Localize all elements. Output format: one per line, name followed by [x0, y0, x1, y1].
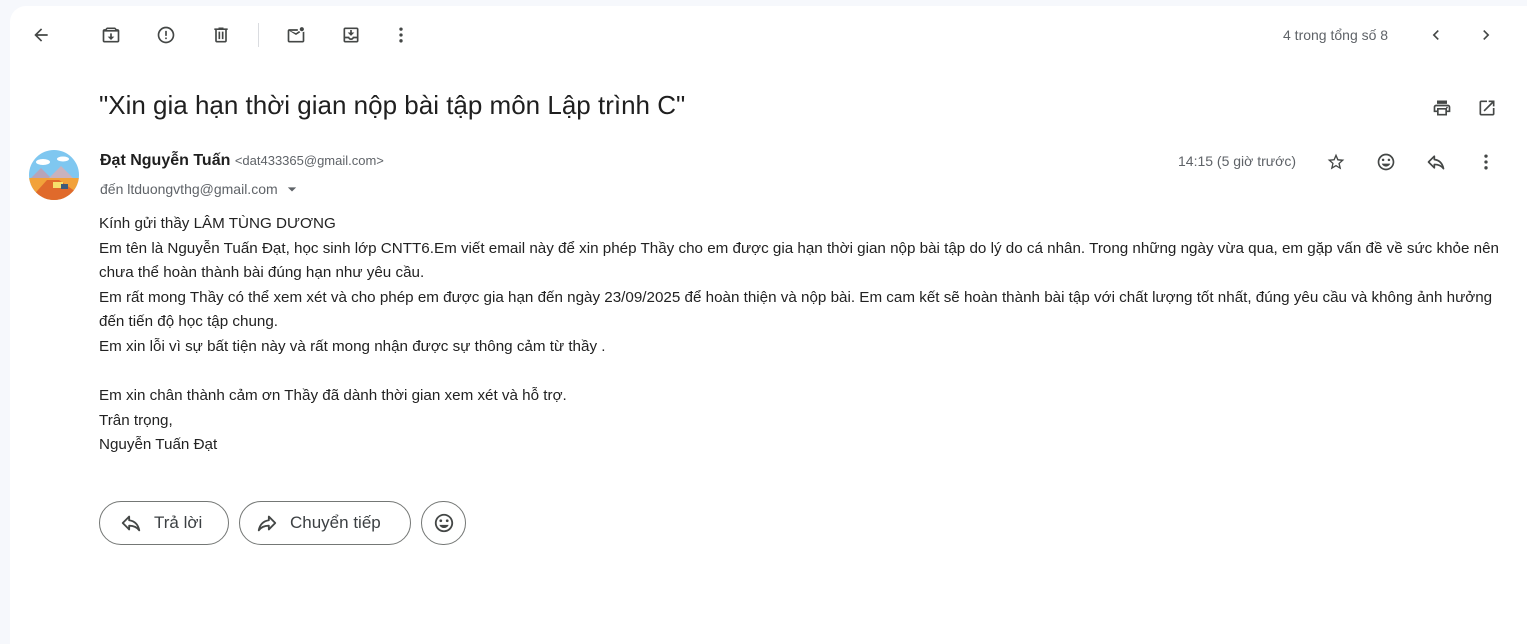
- email-body: Kính gửi thầy LÂM TÙNG DƯƠNG Em tên là N…: [99, 212, 1504, 458]
- star-icon[interactable]: [1316, 142, 1356, 182]
- sender-name[interactable]: Đạt Nguyễn Tuấn: [100, 152, 230, 169]
- back-arrow-icon[interactable]: [21, 15, 61, 55]
- move-to-icon[interactable]: [331, 15, 371, 55]
- reply-button[interactable]: Trả lời: [99, 501, 229, 545]
- open-new-window-icon[interactable]: [1467, 88, 1507, 128]
- forward-button[interactable]: Chuyển tiếp: [239, 501, 411, 545]
- mark-unread-icon[interactable]: [276, 15, 316, 55]
- sender-email: <dat433365@gmail.com>: [234, 153, 384, 168]
- toolbar-separator: [258, 23, 259, 47]
- archive-icon[interactable]: [91, 15, 131, 55]
- sender-avatar[interactable]: [29, 150, 79, 200]
- body-line: Em rất mong Thầy có thể xem xét và cho p…: [99, 288, 1493, 331]
- body-line: Nguyễn Tuấn Đạt: [99, 436, 218, 454]
- dropdown-arrow-icon[interactable]: [282, 179, 302, 199]
- body-line: Em xin lỗi vì sự bất tiện này và rất mon…: [99, 337, 606, 355]
- body-line: Kính gửi thầy LÂM TÙNG DƯƠNG: [99, 215, 336, 232]
- recipient-line[interactable]: đến ltduongvthg@gmail.com: [100, 179, 302, 199]
- pagination-text: 4 trong tổng số 8: [1283, 27, 1389, 43]
- sender-line: Đạt Nguyễn Tuấn <dat433365@gmail.com>: [100, 152, 384, 170]
- forward-icon: [257, 515, 277, 532]
- chevron-left-icon[interactable]: [1416, 15, 1456, 55]
- report-spam-icon[interactable]: [146, 15, 186, 55]
- emoji-icon: [434, 513, 453, 533]
- body-line: Em xin chân thành cảm ơn Thầy đã dành th…: [99, 387, 567, 405]
- reply-label: Trả lời: [154, 513, 203, 532]
- body-line: Trân trọng,: [99, 411, 173, 429]
- reply-icon: [121, 515, 141, 532]
- more-vert-icon[interactable]: [381, 15, 421, 55]
- body-line: [99, 360, 1504, 385]
- message-time: 14:15 (5 giờ trước): [1178, 153, 1296, 169]
- delete-icon[interactable]: [201, 15, 241, 55]
- recipient-text: đến ltduongvthg@gmail.com: [100, 181, 278, 197]
- emoji-react-button[interactable]: [421, 501, 466, 545]
- emoji-reaction-icon[interactable]: [1366, 142, 1406, 182]
- chevron-right-icon[interactable]: [1466, 15, 1506, 55]
- message-more-vert-icon[interactable]: [1466, 142, 1506, 182]
- email-subject: "Xin gia hạn thời gian nộp bài tập môn L…: [99, 90, 686, 120]
- reply-icon[interactable]: [1416, 142, 1456, 182]
- body-line: Em tên là Nguyễn Tuấn Đạt, học sinh lớp …: [99, 239, 1499, 282]
- print-icon[interactable]: [1422, 88, 1462, 128]
- forward-label: Chuyển tiếp: [290, 513, 381, 532]
